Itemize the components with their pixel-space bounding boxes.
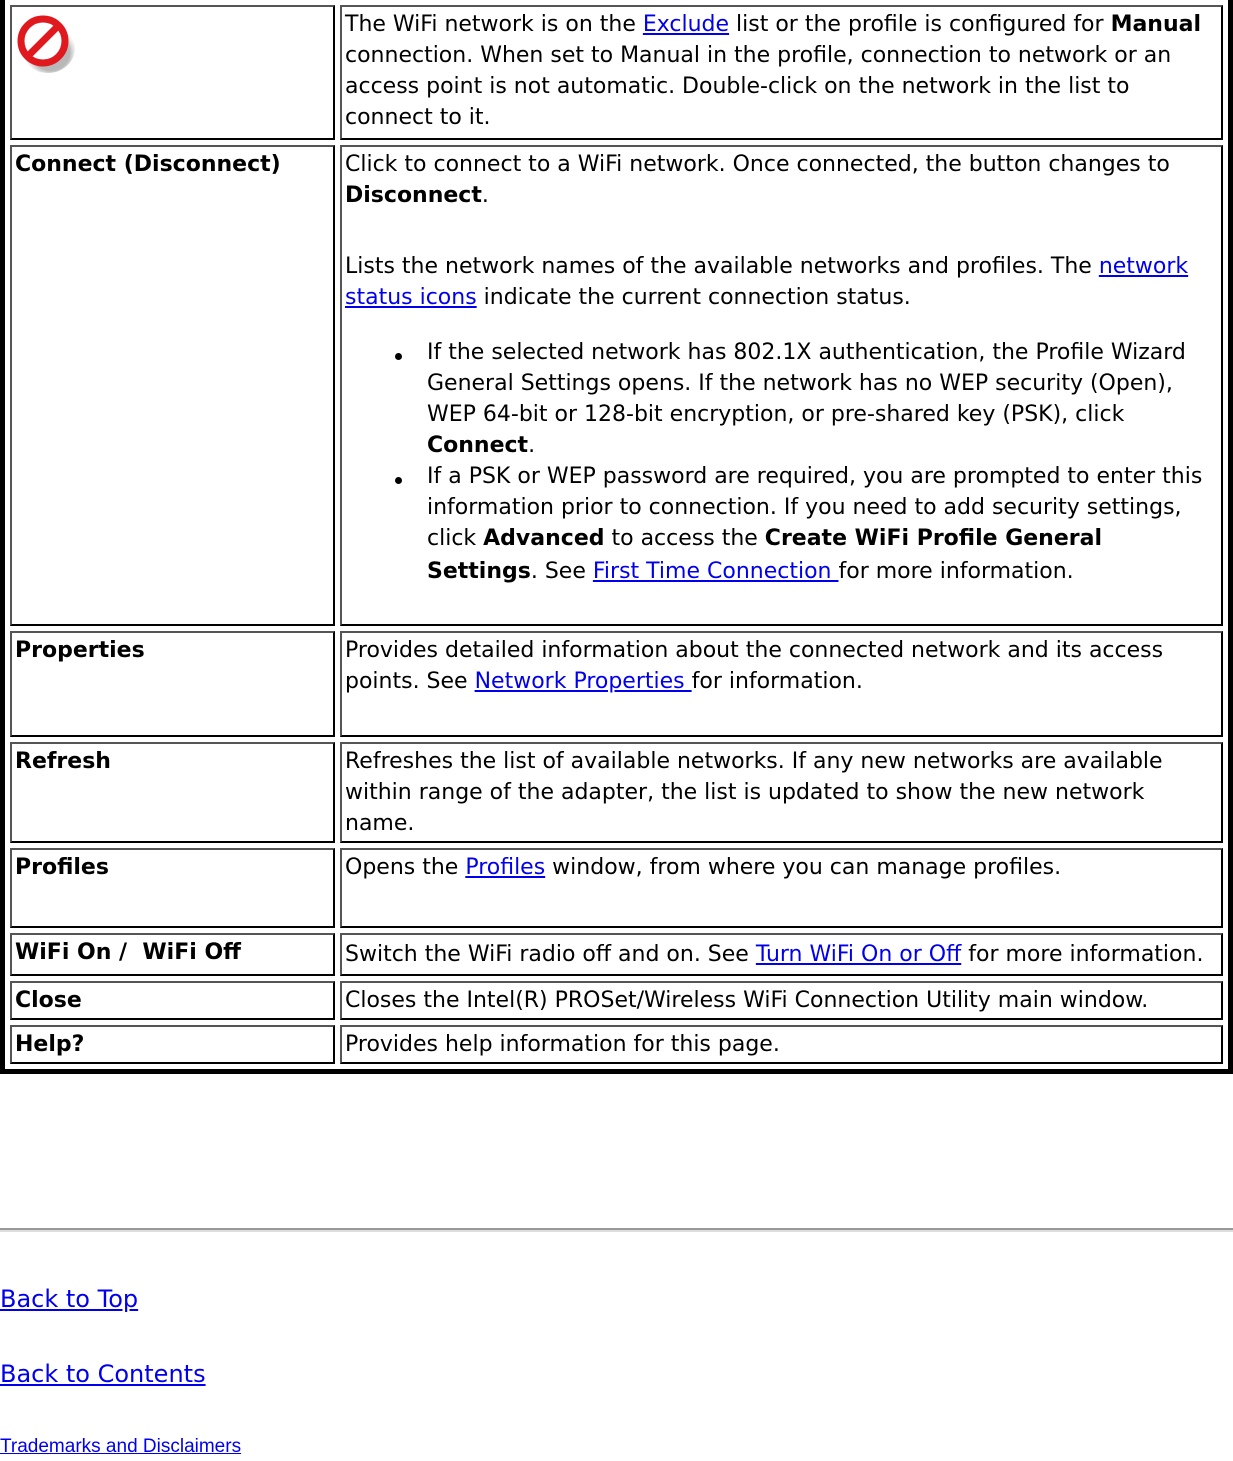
description-cell: The WiFi network is on the Exclude list … (340, 5, 1223, 140)
exclude-link[interactable]: Exclude (643, 12, 729, 37)
table-row: Properties Provides detailed information… (10, 631, 1223, 737)
term-cell: Help? (10, 1025, 335, 1064)
network-properties-link[interactable]: Network Properties (475, 669, 692, 694)
term-cell (10, 5, 335, 140)
back-to-contents-link[interactable]: Back to Contents (0, 1360, 206, 1388)
term-cell: WiFi On / WiFi Off (10, 933, 335, 976)
blocked-network-icon (17, 15, 75, 73)
reference-table: The WiFi network is on the Exclude list … (0, 0, 1233, 1074)
bullet-list: If the selected network has 802.1X authe… (345, 337, 1217, 590)
trademarks-link[interactable]: Trademarks and Disclaimers (0, 1436, 241, 1458)
description-cell: Provides detailed information about the … (340, 631, 1223, 737)
table-row: Profiles Opens the Profiles window, from… (10, 848, 1223, 928)
list-item: If a PSK or WEP password are required, y… (395, 461, 1217, 590)
table-row: Refresh Refreshes the list of available … (10, 742, 1223, 843)
term-cell: Refresh (10, 742, 335, 843)
first-time-connection-link[interactable]: First Time Connection (593, 559, 839, 584)
table-row: WiFi On / WiFi Off Switch the WiFi radio… (10, 933, 1223, 976)
horizontal-divider (0, 1228, 1233, 1232)
table-row: Close Closes the Intel(R) PROSet/Wireles… (10, 981, 1223, 1020)
term-cell: Properties (10, 631, 335, 737)
term-cell: Profiles (10, 848, 335, 928)
table-row: Help? Provides help information for this… (10, 1025, 1223, 1064)
term-cell: Connect (Disconnect) (10, 145, 335, 626)
table-row: The WiFi network is on the Exclude list … (10, 5, 1223, 140)
description-cell: Switch the WiFi radio off and on. See Tu… (340, 933, 1223, 976)
back-to-top-link[interactable]: Back to Top (0, 1285, 138, 1313)
turn-wifi-on-off-link[interactable]: Turn WiFi On or Off (756, 942, 961, 967)
profiles-link[interactable]: Profiles (465, 855, 545, 880)
description-cell: Provides help information for this page. (340, 1025, 1223, 1064)
page-content: The WiFi network is on the Exclude list … (0, 0, 1233, 1074)
description-cell: Opens the Profiles window, from where yo… (340, 848, 1223, 928)
table-row: Connect (Disconnect) Click to connect to… (10, 145, 1223, 626)
term-cell: Close (10, 981, 335, 1020)
description-cell: Click to connect to a WiFi network. Once… (340, 145, 1223, 626)
description-cell: Closes the Intel(R) PROSet/Wireless WiFi… (340, 981, 1223, 1020)
description-cell: Refreshes the list of available networks… (340, 742, 1223, 843)
list-item: If the selected network has 802.1X authe… (395, 337, 1217, 461)
